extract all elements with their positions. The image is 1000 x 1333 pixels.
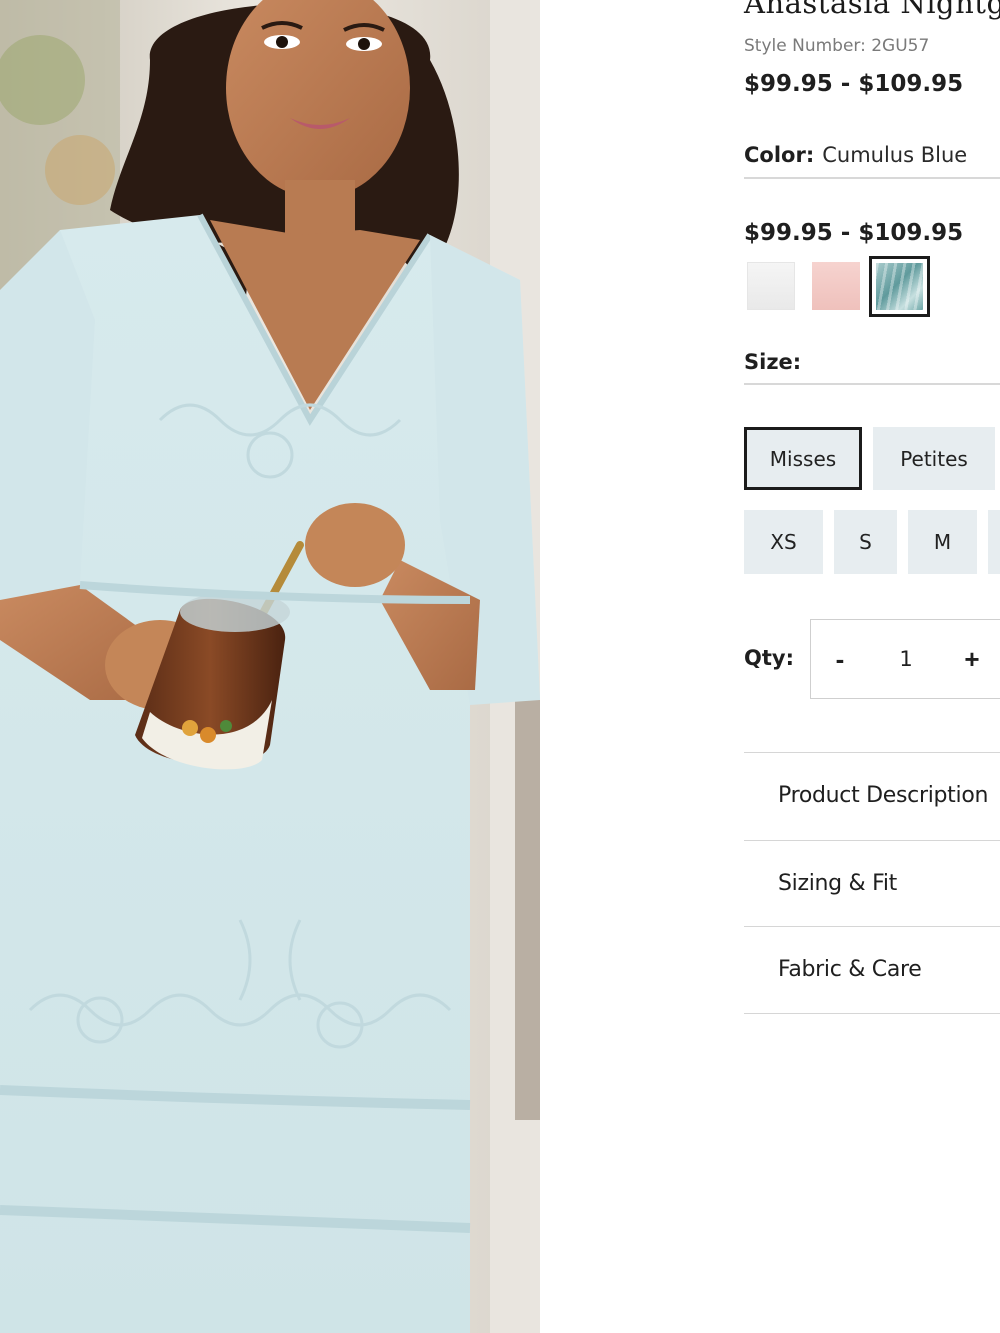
accordion-fabric-care-label: Fabric & Care bbox=[778, 957, 922, 982]
color-swatch-pink[interactable] bbox=[812, 262, 860, 310]
quantity-label: Qty: bbox=[744, 646, 794, 670]
color-swatch-cumulus-blue[interactable] bbox=[869, 256, 930, 317]
product-image bbox=[0, 0, 540, 1333]
product-info-panel: Anastasia Nightgown Style Number: 2GU57 … bbox=[540, 0, 1000, 1333]
size-option-xs[interactable]: XS bbox=[744, 510, 823, 574]
color-selector-row: Color: Cumulus Blue bbox=[744, 143, 1000, 179]
color-swatch-cumulus-blue-fill bbox=[876, 263, 923, 310]
size-option-m[interactable]: M bbox=[908, 510, 977, 574]
accordion-sizing-fit-label: Sizing & Fit bbox=[778, 871, 897, 896]
quantity-decrease-button[interactable]: - bbox=[815, 620, 865, 698]
swatch-price-range: $99.95 - $109.95 bbox=[744, 220, 964, 246]
accordion-sizing-fit[interactable]: Sizing & Fit bbox=[744, 840, 1000, 926]
accordion-product-description[interactable]: Product Description bbox=[744, 752, 1000, 838]
color-label: Color: bbox=[744, 143, 815, 167]
color-swatch-white[interactable] bbox=[747, 262, 795, 310]
price-range: $99.95 - $109.95 bbox=[744, 71, 964, 97]
style-number: Style Number: 2GU57 bbox=[744, 36, 930, 56]
size-selector-row: Size: bbox=[744, 350, 1000, 385]
size-label: Size: bbox=[744, 350, 802, 374]
product-title: Anastasia Nightgown bbox=[744, 0, 1000, 20]
accordion-divider bbox=[744, 1013, 1000, 1014]
size-option-s[interactable]: S bbox=[834, 510, 897, 574]
size-option-l[interactable]: L bbox=[988, 510, 1000, 574]
fit-option-petites[interactable]: Petites bbox=[873, 427, 995, 490]
accordion-fabric-care[interactable]: Fabric & Care bbox=[744, 926, 1000, 1012]
color-value: Cumulus Blue bbox=[822, 143, 968, 167]
quantity-stepper: - 1 + bbox=[810, 619, 1000, 699]
quantity-value[interactable]: 1 bbox=[881, 620, 931, 698]
accordion-product-description-label: Product Description bbox=[778, 783, 989, 808]
fit-option-misses[interactable]: Misses bbox=[744, 427, 862, 490]
quantity-increase-button[interactable]: + bbox=[947, 620, 997, 698]
